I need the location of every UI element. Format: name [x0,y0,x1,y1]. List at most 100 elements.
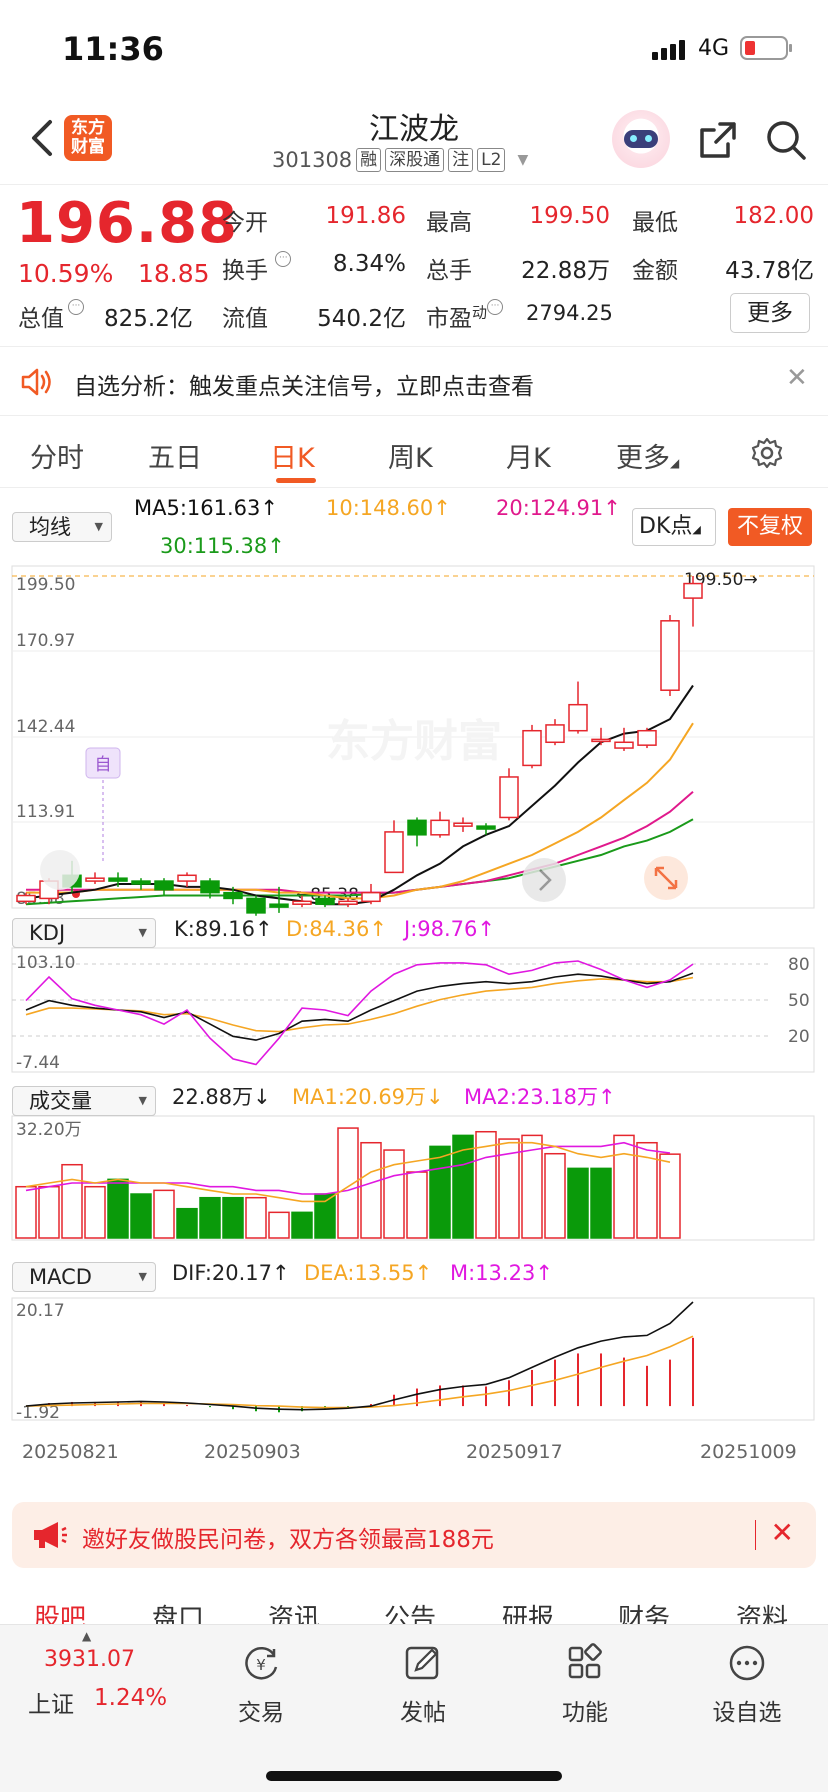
candle-body [683,582,703,599]
macd-dea-legend: DEA:13.55↑ [304,1261,432,1285]
tab-intraday[interactable]: 分时 [30,436,84,475]
candle-body [16,894,36,903]
kdj-d-line [25,976,694,1033]
float-label: 流值 [222,306,268,332]
current-price: 196.88 [16,191,239,256]
status-bar: 11:36 4G [0,0,828,96]
price-tick-4: 113.91 [16,802,75,822]
notice-bar[interactable]: 自选分析：触发重点关注信号，立即点击查看 ✕ [0,346,828,416]
tab-announcements[interactable]: 公告 [384,1598,436,1624]
tab-monthly-k[interactable]: 月K [506,436,551,475]
scroll-right-icon[interactable] [522,858,566,902]
post-button[interactable]: 发帖 [368,1643,478,1727]
kdj-select[interactable]: KDJ [12,918,156,948]
period-tabs: 分时 五日 日K 周K 月K 更多◢ [0,418,828,488]
candle-body [545,724,565,744]
functions-button[interactable]: 功能 [530,1643,640,1727]
stock-code-row[interactable]: 301308 融 深股通 注 L2 ▼ [272,148,528,172]
turnover-label[interactable]: 换手 ··· [222,251,292,285]
tab-more[interactable]: 更多◢ [616,436,679,475]
dropdown-arrow-icon: ◢ [670,456,680,470]
volume-bar [199,1196,221,1239]
kdj-tick-bottom: -7.44 [16,1053,60,1073]
index-value: 3931.07 [44,1647,135,1672]
more-dots-icon [729,1645,765,1681]
volume-bar [153,1189,175,1239]
promo-divider [755,1520,756,1550]
macd-dif-line [25,1301,694,1411]
active-tab-indicator [276,478,316,483]
more-button[interactable]: 更多 [730,293,810,333]
volume-bar [291,1211,313,1239]
kline-chart-area[interactable]: 均线 MA5:161.63↑ 10:148.60↑ 20:124.91↑ 30:… [0,490,828,1482]
tag-l2: L2 [477,148,506,172]
content-tabs: 股吧 盘口 资讯 公告 研报 财务 资料 [0,1580,828,1624]
kdj-level-50: 50 [788,991,810,1011]
tab-five-day[interactable]: 五日 [148,436,202,475]
mktcap-label[interactable]: 总值 ··· [18,299,84,333]
macd-dif-legend: DIF:20.17↑ [172,1261,290,1285]
battery-icon [740,36,792,60]
candle-body [499,776,519,819]
stock-code: 301308 [272,148,353,172]
pe-label[interactable]: 市盈动 ··· [426,299,504,333]
tab-news[interactable]: 资讯 [268,1598,320,1624]
kline-svg[interactable]: 东方财富 199.50 170.97 142.44 113.91 85.38 1… [0,490,828,1482]
tag-connect: 深股通 [385,148,445,172]
add-watchlist-button[interactable]: 设自选 [692,1643,802,1727]
tab-weekly-k[interactable]: 周K [388,436,433,475]
speaker-icon [21,368,51,396]
volume-bar [429,1145,451,1239]
self-select-marker: 自 [85,747,121,862]
search-icon[interactable] [764,118,808,162]
macd-select[interactable]: MACD [12,1262,156,1292]
volume-select[interactable]: 成交量 [12,1086,156,1116]
change-percent: 10.59% [18,259,114,288]
settings-gear-icon[interactable] [750,436,784,470]
index-percent: 1.24% [94,1685,168,1711]
tab-profile[interactable]: 资料 [736,1598,788,1624]
info-icon: ··· [487,299,504,315]
tab-daily-k[interactable]: 日K [270,436,315,475]
candle-body [614,741,634,749]
open-label: 今开 [222,210,268,236]
promo-text: 邀好友做股民问卷，双方各领最高188元 [82,1527,494,1553]
index-name: 上证 [28,1692,74,1718]
candle-body [131,880,151,885]
amount-value: 43.78亿 [725,258,814,284]
candle-body [637,729,657,746]
open-value: 191.86 [325,203,406,229]
tag-registered: 注 [448,148,474,172]
trade-button[interactable]: ¥ 交易 [206,1643,316,1727]
candle-body [430,819,450,836]
candle-body [154,880,174,891]
tab-pankou[interactable]: 盘口 [152,1598,204,1624]
volume-bar [38,1185,60,1239]
candle-body [85,877,105,882]
candle-body [200,880,220,894]
scroll-left-icon[interactable] [40,850,80,890]
tag-margin: 融 [356,148,382,172]
add-watchlist-label: 设自选 [712,1700,782,1726]
tab-finance[interactable]: 财务 [618,1598,670,1624]
pe-value: 2794.25 [526,301,613,325]
volume-bar [84,1185,106,1239]
amount-label: 金额 [632,258,678,284]
close-icon[interactable]: ✕ [771,1516,794,1549]
stock-header: 东方 财富 江波龙 301308 融 深股通 注 L2 ▼ [0,96,828,184]
volume-bar [567,1167,589,1239]
promo-banner[interactable]: 邀好友做股民问卷，双方各领最高188元 ✕ [12,1502,816,1568]
volume-legend: 22.88万↓ [172,1085,271,1109]
tab-research[interactable]: 研报 [502,1598,554,1624]
volume-bar [107,1178,129,1239]
ma30-line [25,818,694,906]
kdj-d-legend: D:84.36↑ [286,917,387,941]
price-tick-1: 199.50 [16,575,75,595]
high-value: 199.50 [529,203,610,229]
candle-body [453,822,473,827]
close-icon[interactable]: ✕ [786,363,808,393]
volume-ma2-legend: MA2:23.18万↑ [464,1085,616,1109]
assistant-robot-icon[interactable] [612,110,670,168]
share-icon[interactable] [696,118,740,162]
tab-guba[interactable]: 股吧 [34,1598,86,1624]
